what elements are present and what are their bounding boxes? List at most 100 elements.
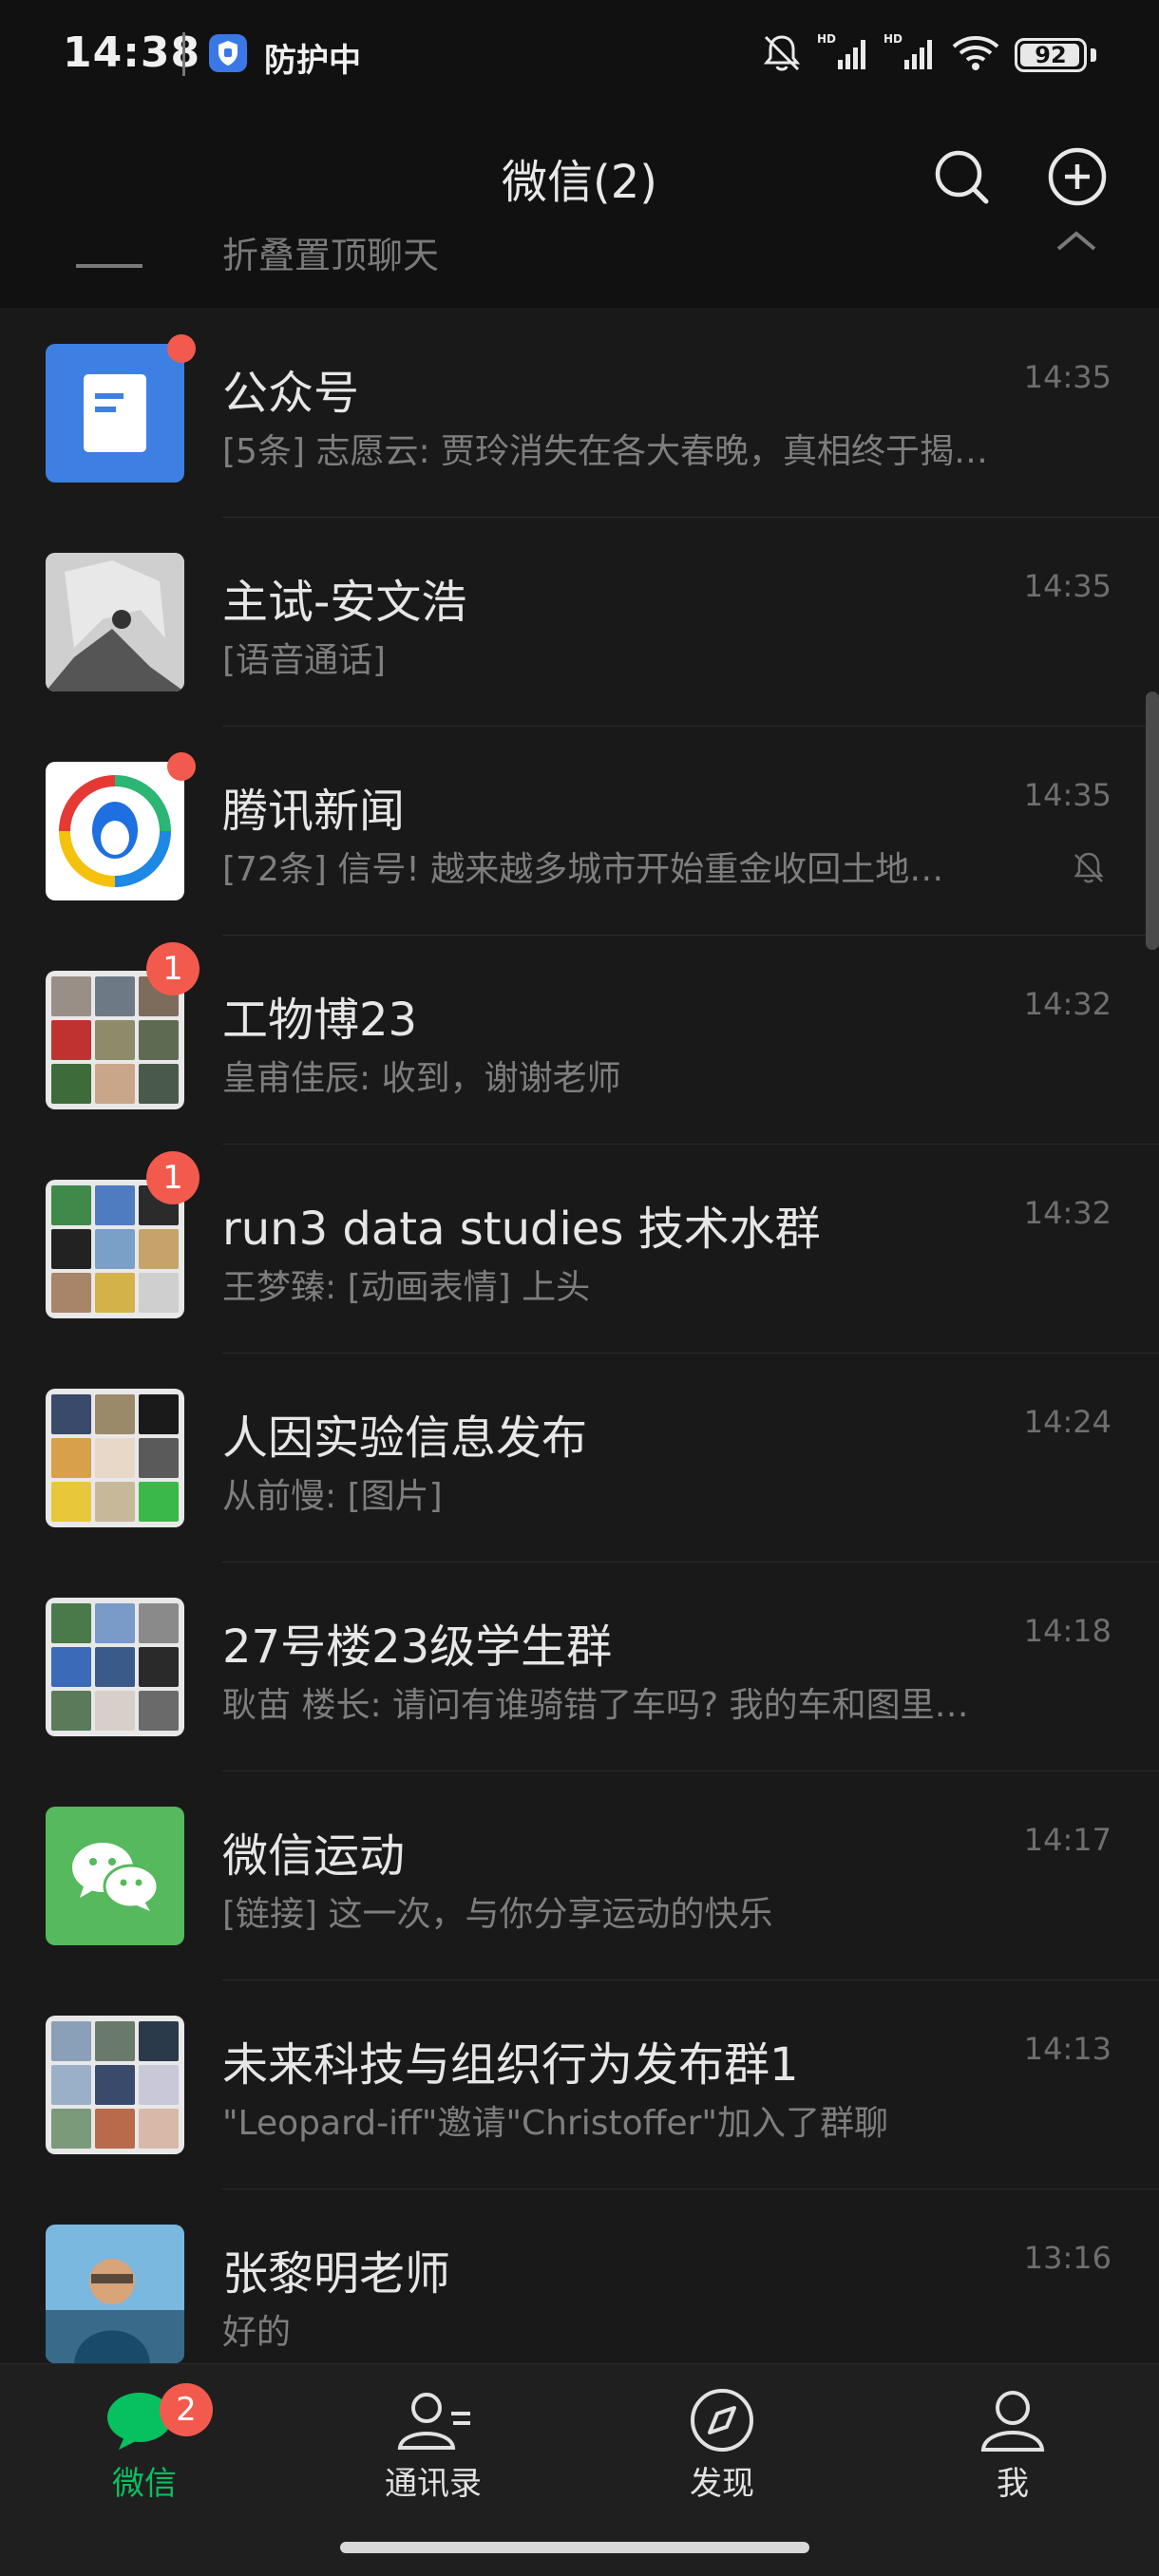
chat-item-an-wenhao[interactable]: 主试-安文浩 [语音通话] 14:35 [0, 517, 1159, 726]
status-time: 14:38 [63, 28, 201, 77]
contacts-icon [397, 2393, 470, 2450]
tab-label: 发现 [690, 2465, 754, 2503]
unread-dot [167, 752, 196, 781]
chat-item-official-accounts[interactable]: 公众号 [5条] 志愿云: 贾玲消失在各大春晚，真相终于揭… 14:35 [0, 308, 1159, 517]
chevron-up-icon[interactable] [1053, 226, 1100, 256]
tab-label: 我 [997, 2465, 1029, 2503]
battery-level: 92 [1035, 42, 1067, 68]
chat-preview: 王梦臻: [动画表情] 上头 [222, 1268, 591, 1307]
chat-preview: 好的 [222, 2313, 292, 2352]
chat-time: 14:35 [1023, 777, 1112, 813]
tab-chats[interactable]: 微信 2 [49, 2383, 239, 2504]
search-button[interactable] [923, 139, 999, 215]
chat-preview: [链接] 这一次，与你分享运动的快乐 [222, 1895, 773, 1934]
chat-time: 14:18 [1023, 1613, 1112, 1649]
scrollbar-thumb[interactable] [1146, 691, 1159, 950]
shield-icon [209, 34, 247, 72]
chat-preview: [72条] 信号! 越来越多城市开始重金收回土地… [222, 850, 944, 889]
unread-badge: 1 [146, 1151, 200, 1204]
tencent-news-logo [59, 775, 171, 887]
chat-item-wechat-sports[interactable]: 微信运动 [链接] 这一次，与你分享运动的快乐 14:17 [0, 1771, 1159, 1979]
chat-title: 张黎明老师 [222, 2247, 451, 2301]
svg-text:HD: HD [817, 32, 836, 46]
chat-time: 14:32 [1023, 1195, 1112, 1231]
chat-time: 14:35 [1023, 359, 1112, 395]
avatar [46, 2225, 184, 2363]
pinned-chats-bar[interactable]: 折叠置顶聊天 [0, 226, 1159, 308]
divider [222, 935, 1159, 936]
avatar [46, 762, 184, 900]
signal-icon: HD [817, 31, 870, 79]
plus-circle-icon [1048, 147, 1107, 206]
chat-item-group-gongwubo23[interactable]: 1 工物博23 皇甫佳辰: 收到，谢谢老师 14:32 [0, 935, 1159, 1144]
wechat-logo-icon [72, 1843, 160, 1911]
unread-badge: 1 [146, 942, 200, 995]
pinned-chats-label: 折叠置顶聊天 [222, 235, 440, 276]
tab-badge: 2 [160, 2383, 213, 2436]
person-icon [980, 2391, 1045, 2452]
chat-time: 14:35 [1023, 568, 1112, 604]
divider [222, 1353, 1159, 1354]
tab-label: 通讯录 [385, 2465, 482, 2503]
chat-preview: [语音通话] [222, 641, 387, 680]
chat-item-tencent-news[interactable]: 腾讯新闻 [72条] 信号! 越来越多城市开始重金收回土地… 14:35 [0, 726, 1159, 935]
chat-item-run3-data-studies[interactable]: 1 run3 data studies 技术水群 王梦臻: [动画表情] 上头 … [0, 1144, 1159, 1353]
chat-title: 腾讯新闻 [222, 785, 406, 838]
tab-me[interactable]: 我 [918, 2387, 1108, 2504]
chat-time: 14:24 [1023, 1404, 1112, 1440]
chat-preview: 皇甫佳辰: 收到，谢谢老师 [222, 1059, 621, 1098]
home-indicator[interactable] [340, 2542, 809, 2553]
chat-title: 主试-安文浩 [222, 576, 467, 629]
status-icons: HD HD 92 [760, 28, 1096, 82]
avatar [46, 1807, 184, 1945]
chat-preview: 从前慢: [图片] [222, 1477, 443, 1516]
divider [222, 2188, 1159, 2189]
battery-icon: 92 [1015, 38, 1087, 72]
profile-photo [46, 2225, 184, 2363]
chat-preview: [5条] 志愿云: 贾玲消失在各大春晚，真相终于揭… [222, 432, 989, 471]
wifi-icon [950, 31, 1001, 79]
tab-label: 微信 [112, 2465, 177, 2503]
app-header: 微信(2) [0, 112, 1159, 226]
group-avatar [46, 1389, 184, 1527]
chat-item-future-tech-group[interactable]: 未来科技与组织行为发布群1 "Leopard-iff"邀请"Christoffe… [0, 1979, 1159, 2188]
chat-title: run3 data studies 技术水群 [222, 1203, 821, 1256]
avatar [46, 344, 184, 483]
tab-discover[interactable]: 发现 [627, 2387, 817, 2504]
chat-title: 未来科技与组织行为发布群1 [222, 2038, 799, 2092]
divider [222, 1979, 1159, 1980]
chat-title: 公众号 [222, 367, 360, 420]
chat-time: 14:13 [1023, 2031, 1112, 2067]
avatar [46, 553, 184, 691]
chat-item-human-factors[interactable]: 人因实验信息发布 从前慢: [图片] 14:24 [0, 1353, 1159, 1562]
chat-title: 人因实验信息发布 [222, 1411, 588, 1465]
chat-title: 27号楼23级学生群 [222, 1620, 613, 1674]
chat-preview: 耿苗 楼长: 请问有谁骑错了车吗? 我的车和图里… [222, 1686, 969, 1725]
group-avatar [46, 1598, 184, 1736]
status-bar: 14:38 防护中 HD HD 92 [0, 0, 1159, 112]
divider [222, 726, 1159, 727]
battery-tip [1091, 48, 1096, 62]
search-icon [935, 150, 989, 204]
mute-icon [760, 31, 804, 79]
chat-item-building27-group[interactable]: 27号楼23级学生群 耿苗 楼长: 请问有谁骑错了车吗? 我的车和图里… 14:… [0, 1562, 1159, 1771]
list-icon [76, 241, 142, 274]
tab-contacts[interactable]: 通讯录 [338, 2387, 528, 2504]
status-divider [182, 32, 185, 76]
compass-icon [691, 2389, 753, 2452]
chat-list: 公众号 [5条] 志愿云: 贾玲消失在各大春晚，真相终于揭… 14:35 主试-… [0, 308, 1159, 2397]
svg-text:HD: HD [884, 32, 902, 46]
anime-avatar-image [46, 553, 184, 691]
chat-time: 13:16 [1023, 2240, 1112, 2276]
divider [222, 1144, 1159, 1145]
unread-dot [167, 334, 196, 363]
protect-status: 防护中 [264, 42, 361, 80]
chat-time: 14:17 [1023, 1822, 1112, 1858]
wechat-screen: 14:38 防护中 HD HD 92 折叠置顶聊天 微信(2) 公众号 [5条]… [0, 0, 1159, 2576]
signal-icon: HD [884, 31, 937, 79]
chat-title: 工物博23 [222, 994, 418, 1047]
divider [222, 517, 1159, 518]
chat-preview: "Leopard-iff"邀请"Christoffer"加入了群聊 [222, 2104, 888, 2143]
add-button[interactable] [1039, 139, 1115, 215]
group-avatar [46, 2016, 184, 2154]
